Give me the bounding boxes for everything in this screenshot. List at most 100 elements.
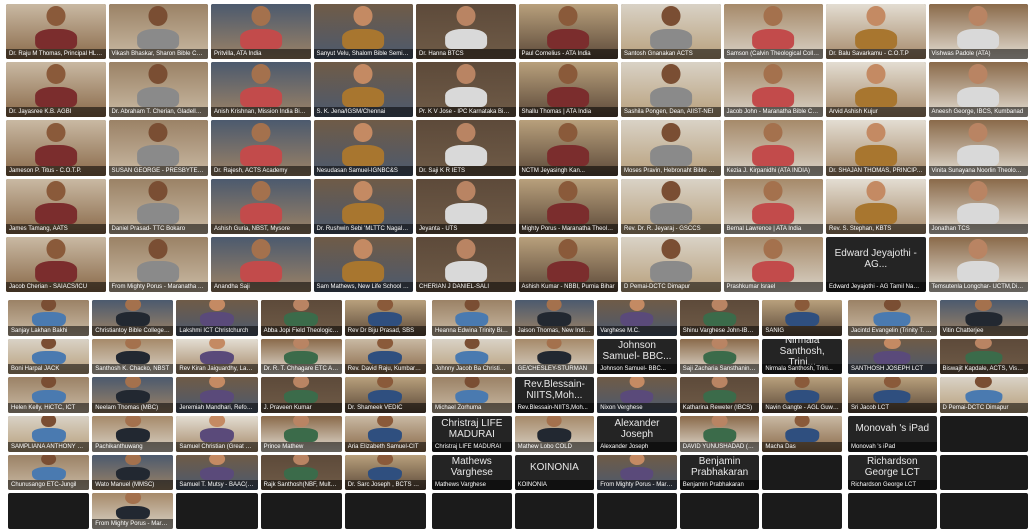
empty-video-tile[interactable]	[514, 493, 595, 529]
participant-tile[interactable]: Vishwas Padole (ATA)	[928, 4, 1028, 60]
participant-tile[interactable]: Nixon Verghese	[597, 377, 677, 413]
empty-video-tile[interactable]	[597, 493, 677, 529]
empty-video-tile[interactable]	[939, 416, 1028, 452]
participant-tile[interactable]: Monovah 's iPad Monovah 's iPad	[848, 416, 937, 452]
participant-tile[interactable]: Vikash Bhaskar, Sharon Bible College	[108, 4, 208, 60]
participant-tile[interactable]: Dr. Jayasree K.B. AGBI	[6, 62, 106, 118]
participant-tile[interactable]: Biswajit Kapdale, ACTS, Visakhapatnam	[939, 338, 1028, 375]
participant-tile[interactable]: Christraj LIFE MADURAI Christraj LIFE MAD…	[432, 416, 512, 452]
empty-video-tile[interactable]	[939, 493, 1028, 529]
participant-tile[interactable]: Christiantoy Bible College (Chennai)	[92, 300, 174, 336]
participant-tile[interactable]: Dr. R. T. Chhagare ETC AATSG	[260, 338, 342, 375]
participant-tile[interactable]: Paul Cornelius - ATA India	[518, 4, 618, 60]
empty-video-tile[interactable]	[762, 493, 842, 529]
participant-tile[interactable]: Jameson P. Titus - C.O.T.P.	[6, 120, 106, 176]
empty-video-tile[interactable]	[848, 493, 937, 529]
participant-tile[interactable]: Sam Mathews, New Life School of...	[313, 236, 413, 292]
participant-tile[interactable]: Santhosh K. Chacko, NBST	[92, 338, 174, 375]
participant-tile[interactable]: Pr. K V Jose - IPC Karnataka Bible C...	[416, 62, 516, 118]
participant-tile[interactable]: Arvid Ashish Kujur	[826, 62, 926, 118]
participant-tile[interactable]: Dr. SHAJAN THOMAS, PRINCIPAL...	[826, 120, 926, 176]
participant-tile[interactable]: Alexander Joseph Alexander Joseph	[597, 416, 677, 452]
participant-tile[interactable]: Navin Gangte - AGL Guwahati	[762, 377, 842, 413]
participant-tile[interactable]: Ashish Guria, NBST, Mysore	[211, 178, 311, 234]
participant-tile[interactable]: Rev. Dr. R. Jeyaraj - GSCCS	[621, 178, 721, 234]
participant-tile[interactable]: Saji Zacharia Sansthanin CEC Modi...	[679, 338, 760, 375]
participant-tile[interactable]: Pachikanthuwang	[92, 416, 174, 452]
participant-tile[interactable]: NCTM Jeyasingh Kan...	[518, 120, 618, 176]
participant-tile[interactable]: Macha Das	[762, 416, 842, 452]
participant-tile[interactable]: Aneesh George, IBCS, Kumbanad	[928, 62, 1028, 118]
empty-video-tile[interactable]	[432, 493, 512, 529]
participant-tile[interactable]: Rev. David Raju, Kumbarodai RBC	[344, 338, 426, 375]
participant-tile[interactable]: From Mighty Porus - Maranatha Th... Ques…	[108, 236, 208, 292]
participant-tile[interactable]: SANIG	[762, 300, 842, 336]
participant-tile[interactable]: D Pemai-DCTC Dimapur	[939, 377, 1028, 413]
participant-tile[interactable]: Prashkumar Israel	[723, 236, 823, 292]
participant-tile[interactable]: Vitin Chatterjee	[939, 300, 1028, 336]
participant-tile[interactable]: Samuel T. Mutsy - BAAC(SCIH)	[176, 454, 258, 491]
participant-tile[interactable]: James Tamang, AATS	[6, 178, 106, 234]
participant-tile[interactable]: D Pemai-DCTC Dimapur	[621, 236, 721, 292]
participant-tile[interactable]: Johnny Jacob Ba Christian Bible Co...	[432, 338, 512, 375]
participant-tile[interactable]: Pritvilla, ATA India	[211, 4, 311, 60]
empty-video-tile[interactable]	[176, 493, 258, 529]
participant-tile[interactable]: Dr. Rushwin Sebi 'MLTTC Nagaland	[313, 178, 413, 234]
participant-tile[interactable]: Chunusango ETC-Jungil	[8, 454, 90, 491]
participant-tile[interactable]: Bernal Lawrence | ATA India	[723, 178, 823, 234]
participant-tile[interactable]: Mighty Porus - Maranatha Theologic...	[518, 178, 618, 234]
participant-tile[interactable]: J. Praveen Kumar	[260, 377, 342, 413]
participant-tile[interactable]: Anandha Saji	[211, 236, 311, 292]
participant-tile[interactable]: Varghese M.C.	[597, 300, 677, 336]
participant-tile[interactable]: GE/CHESLEY-STURMAN	[514, 338, 595, 375]
participant-tile[interactable]: Dr. Sarc Joseph , BCTS Kozhikode	[344, 454, 426, 491]
participant-tile[interactable]: Sashila Pongen, Dean, AIIST-NEI	[621, 62, 721, 118]
participant-tile[interactable]: Rev Dr Biju Prasad, SBS	[344, 300, 426, 336]
participant-tile[interactable]: Neelam Thomas (MBC)	[92, 377, 174, 413]
participant-tile[interactable]: Shallu Thomas | ATA India	[518, 62, 618, 118]
participant-tile[interactable]: Jacob John - Maranatha Bible Colle...	[723, 62, 823, 118]
participant-tile[interactable]: From Mighty Porus - Maranatha Th...	[597, 454, 677, 491]
empty-video-tile[interactable]	[260, 493, 342, 529]
participant-tile[interactable]: Jaison Thomas, New India Bible Se...	[514, 300, 595, 336]
participant-tile[interactable]: S. K. Jena/IGSM/Chennai	[313, 62, 413, 118]
participant-tile[interactable]: Mathews Varghese Mathews Varghese	[432, 454, 512, 491]
participant-tile[interactable]: Ashish Kumar - NBBI, Purnia Bihar	[518, 236, 618, 292]
participant-tile[interactable]: Jeremiah Mandhari, Reformation Sa...	[176, 377, 258, 413]
participant-tile[interactable]: CHERIAN J DANIEL-SALI	[416, 236, 516, 292]
participant-tile[interactable]: Jeyanta - UTS	[416, 178, 516, 234]
participant-tile[interactable]: Samson (Calvin Theological College)	[723, 4, 823, 60]
participant-tile[interactable]: Daniel Prasad- TTC Bokaro	[108, 178, 208, 234]
participant-tile[interactable]: Edward Jeyajothi - AG... Edward Jeyajothi…	[826, 236, 926, 292]
participant-tile[interactable]: Boni Harpal JACK	[8, 338, 90, 375]
participant-tile[interactable]: Shinu Varghese John-IBCS, Kumban...	[679, 300, 760, 336]
participant-tile[interactable]: Dr. Saji K R IETS	[416, 120, 516, 176]
participant-tile[interactable]: Temsutenla Longchar- UCTM,Dima...	[928, 236, 1028, 292]
participant-tile[interactable]: Jacob Cherian - SAIACS/ICU	[6, 236, 106, 292]
participant-tile[interactable]: Sanjay Lakhan Bakhi	[8, 300, 90, 336]
participant-tile[interactable]: Johnson Samuel- BBC... Johnson Samuel- BB…	[597, 338, 677, 375]
participant-tile[interactable]: Dr. Raju M Thomas, Principal HLBS	[6, 4, 106, 60]
participant-tile[interactable]: Heanna Edwina Trinity Bible college...	[432, 300, 512, 336]
participant-tile[interactable]: Abba Jopi Field Theological Semin...	[260, 300, 342, 336]
participant-tile[interactable]: Kezia J. Kirpanidhi (ATA INDIA)	[723, 120, 823, 176]
participant-tile[interactable]: Lakshmi ICT Christchurch	[176, 300, 258, 336]
participant-tile[interactable]: DAVID YUNUSHADAD (ATS)	[679, 416, 760, 452]
participant-tile[interactable]: SANTHOSH JOSEPH LCT	[848, 338, 937, 375]
participant-tile[interactable]: Richardson George LCT Richardson George L…	[848, 454, 937, 491]
participant-tile[interactable]: Santosh Gnanakan ACTS	[621, 4, 721, 60]
participant-tile[interactable]: Anish Krishnan, Mission India Bible...	[211, 62, 311, 118]
participant-tile[interactable]: Dr. Abraham T. Cherian, Gladelle Bi...	[108, 62, 208, 118]
participant-tile[interactable]: Rev Kiran Jaiguardhy, Laa Garde Colleg..…	[176, 338, 258, 375]
participant-tile[interactable]: Helen Kelly, HiCTC, ICT	[8, 377, 90, 413]
participant-tile[interactable]: KOINONIA KOINONIA	[514, 454, 595, 491]
participant-tile[interactable]: SUSAN GEORGE - PRESBYTERIAN T...	[108, 120, 208, 176]
participant-tile[interactable]: Nesudasan Samuel-IGNBC&S	[313, 120, 413, 176]
participant-tile[interactable]: From Mighty Porus - Maranatha Th...	[92, 493, 174, 529]
participant-tile[interactable]: Rev.Blessain-NIITS,Moh... Rev.Blessain-NI…	[514, 377, 595, 413]
participant-tile[interactable]: Katharina Reweter (IBCS)	[679, 377, 760, 413]
participant-tile[interactable]: Aria Elizabeth Samuel-CIT	[344, 416, 426, 452]
participant-tile[interactable]: Michael Zorhuma	[432, 377, 512, 413]
participant-tile[interactable]: Dr. Rajesh, ACTS Academy	[211, 120, 311, 176]
participant-tile[interactable]: Sri Jacob LCT	[848, 377, 937, 413]
